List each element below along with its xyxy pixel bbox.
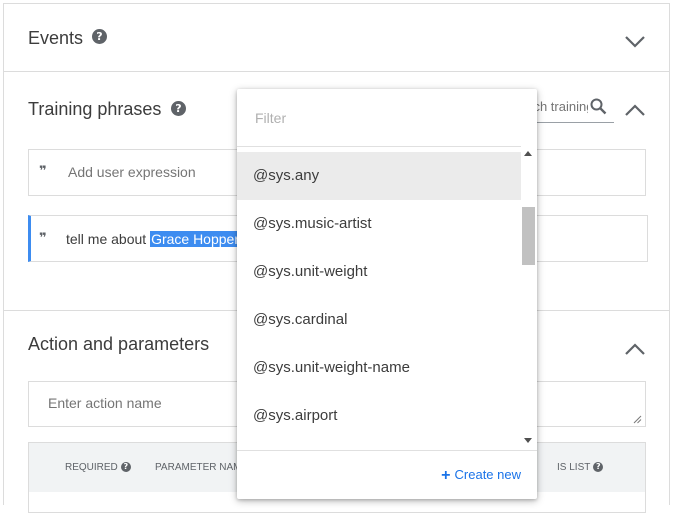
quote-icon: ❞ [39,164,47,179]
entity-option[interactable]: @sys.any [237,152,521,200]
entity-dropdown: @sys.any @sys.music-artist @sys.unit-wei… [237,89,537,499]
help-icon[interactable]: ? [593,462,604,472]
scroll-down-arrow-icon[interactable] [524,438,532,443]
training-phrases-title: Training phrases [28,99,162,119]
chevron-down-icon[interactable] [624,35,646,49]
scrollbar-thumb[interactable] [522,207,535,265]
dropdown-filter[interactable] [237,89,537,147]
entity-option[interactable]: @sys.unit-weight [237,248,521,296]
plus-icon: + [441,467,451,484]
events-section[interactable]: Events ? [4,4,669,71]
column-is-list: IS LIST? [557,462,604,473]
chevron-up-icon[interactable] [624,103,646,117]
events-title: Events [28,28,84,48]
create-new-label: Create new [454,467,521,482]
chevron-up-icon[interactable] [624,342,646,356]
entity-option[interactable]: @sys.music-artist [237,200,521,248]
column-parameter-name: PARAMETER NAME [155,462,249,473]
card-right-border [669,3,670,505]
dropdown-footer: + Create new [237,450,537,500]
entity-option[interactable]: @sys.airport [237,392,521,440]
action-parameters-title: Action and parameters [28,334,210,354]
phrase-prefix: tell me about [66,231,151,247]
create-new-button[interactable]: + Create new [441,467,521,485]
help-icon[interactable]: ? [171,101,186,116]
column-required: REQUIRED? [65,462,131,473]
help-icon[interactable]: ? [92,29,107,44]
entity-option[interactable]: @sys.unit-weight-name [237,344,521,392]
scroll-up-arrow-icon[interactable] [524,151,532,156]
training-phrase-text[interactable]: tell me about Grace Hopper [66,231,240,247]
help-icon[interactable]: ? [120,462,131,472]
quote-icon: ❞ [39,231,47,246]
dropdown-scrollbar[interactable] [521,146,537,450]
entity-option[interactable]: @sys.cardinal [237,296,521,344]
annotated-entity[interactable]: Grace Hopper [150,231,240,247]
resize-handle-icon[interactable] [633,415,642,424]
entity-list: @sys.any @sys.music-artist @sys.unit-wei… [237,152,521,450]
filter-input[interactable] [253,106,517,130]
search-icon[interactable] [590,98,607,115]
